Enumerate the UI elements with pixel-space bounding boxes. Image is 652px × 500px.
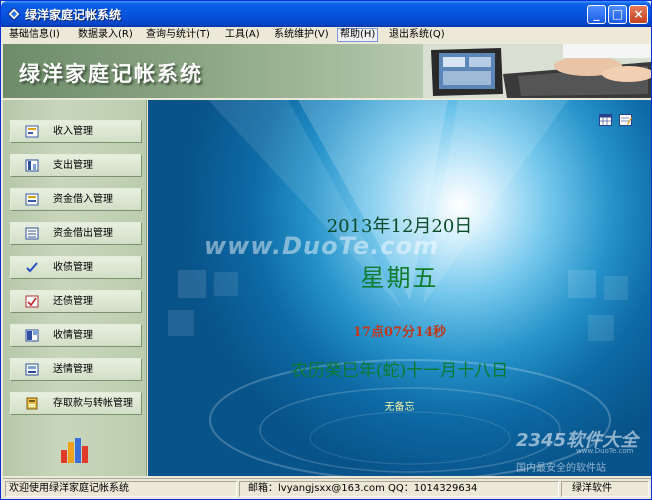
sidebar-item-expense[interactable]: 支出管理 (10, 154, 142, 177)
close-icon: × (633, 7, 644, 21)
sidebar-item-label: 收债管理 (53, 262, 93, 273)
gift-in-icon (25, 329, 39, 342)
minimize-icon: _ (593, 7, 600, 21)
watermark-logo-url: www.DuoTe.com (576, 447, 634, 455)
maximize-icon: □ (611, 7, 624, 21)
bar-chart-icon[interactable] (59, 436, 91, 464)
menu-tools[interactable]: 工具(A) (223, 28, 262, 42)
sidebar-item-collect-debt[interactable]: 收债管理 (10, 256, 142, 279)
maximize-button[interactable]: □ (608, 5, 627, 24)
laptop-keyboard-icon (423, 44, 651, 98)
menu-basic-info[interactable]: 基础信息(I) (7, 28, 62, 42)
sidebar-item-deposit-transfer[interactable]: 存取款与转帐管理 (10, 392, 142, 415)
sidebar-item-label: 资金借出管理 (53, 228, 113, 239)
sidebar-item-label: 资金借入管理 (53, 194, 113, 205)
sidebar-item-label: 收入管理 (53, 126, 93, 137)
main-panel: www.DuoTe.com 2013年12月20日 星期五 17点07分14秒 … (148, 100, 651, 476)
sidebar-item-income[interactable]: 收入管理 (10, 120, 142, 143)
repay-icon (25, 295, 39, 308)
current-date: 2013年12月20日 (326, 216, 473, 237)
menu-exit[interactable]: 退出系统(Q) (387, 28, 447, 42)
watermark-tagline: 国内最安全的软件站 (516, 463, 606, 474)
sidebar-item-label: 收情管理 (53, 330, 93, 341)
memo-edit-icon[interactable] (619, 114, 632, 126)
lunar-date: 农历癸巳年(蛇)十一月十八日 (290, 361, 509, 381)
status-contact: 邮箱：lvyangjsxx@163.com QQ：1014329634 (239, 481, 559, 497)
current-time: 17点07分14秒 (352, 325, 447, 340)
sidebar-item-lend-out[interactable]: 资金借出管理 (10, 222, 142, 245)
menu-query-stats[interactable]: 查询与统计(T) (144, 28, 212, 42)
menu-help[interactable]: 帮助(H) (337, 28, 379, 42)
app-window: 绿洋家庭记帐系统 _ □ × 基础信息(I) 数据录入(R) 查询与统计(T) … (0, 0, 652, 500)
menu-system-maintenance[interactable]: 系统维护(V) (272, 28, 331, 42)
income-icon (25, 125, 39, 138)
sidebar-item-borrow-in[interactable]: 资金借入管理 (10, 188, 142, 211)
borrow-in-icon (25, 193, 39, 206)
minimize-button[interactable]: _ (587, 5, 606, 24)
sidebar-item-gift-sent[interactable]: 送情管理 (10, 358, 142, 381)
lend-out-icon (25, 227, 39, 240)
sidebar-item-gift-received[interactable]: 收情管理 (10, 324, 142, 347)
sidebar-item-label: 送情管理 (53, 364, 93, 375)
sidebar-item-label: 还债管理 (53, 296, 93, 307)
status-bar: 欢迎使用绿洋家庭记帐系统 邮箱：lvyangjsxx@163.com QQ：10… (3, 478, 651, 499)
sidebar-item-label: 存取款与转帐管理 (53, 398, 133, 409)
title-bar[interactable]: 绿洋家庭记帐系统 _ □ × (1, 1, 651, 27)
banner-app-name: 绿洋家庭记帐系统 (19, 62, 203, 86)
header-banner: 绿洋家庭记帐系统 (3, 44, 651, 98)
menu-bar: 基础信息(I) 数据录入(R) 查询与统计(T) 工具(A) 系统维护(V) 帮… (1, 27, 651, 43)
memo-text[interactable]: 无备忘 (148, 398, 651, 413)
status-welcome: 欢迎使用绿洋家庭记帐系统 (5, 481, 237, 497)
current-weekday: 星期五 (360, 264, 439, 292)
status-brand: 绿洋软件 (561, 481, 649, 497)
bank-icon (26, 397, 38, 410)
close-button[interactable]: × (629, 5, 648, 24)
app-icon (7, 7, 21, 21)
window-title: 绿洋家庭记帐系统 (25, 8, 122, 22)
expense-icon (25, 159, 39, 172)
sidebar-item-label: 支出管理 (53, 160, 93, 171)
sidebar: 收入管理 支出管理 资金借入管理 资金借出管理 收债管理 还债管理 收情管理 送… (3, 100, 147, 476)
menu-data-entry[interactable]: 数据录入(R) (76, 28, 135, 42)
calendar-icon[interactable] (599, 114, 612, 126)
check-icon (26, 262, 38, 273)
gift-out-icon (25, 363, 39, 376)
sidebar-item-repay-debt[interactable]: 还债管理 (10, 290, 142, 313)
